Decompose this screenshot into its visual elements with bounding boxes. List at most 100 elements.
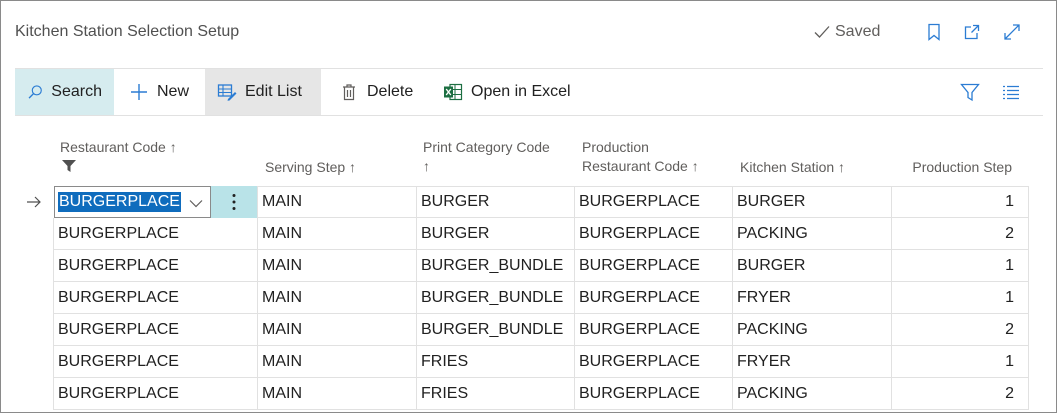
row-selector[interactable] <box>15 186 53 218</box>
new-button[interactable]: New <box>117 69 201 115</box>
table-row[interactable]: BURGERPLACE MAIN BURGER BURGERPLACE PACK… <box>15 218 1029 250</box>
kitchen-station-cell[interactable]: FRYER <box>733 282 892 314</box>
expand-icon <box>1004 24 1020 40</box>
column-header-production-step-label: Production Step <box>912 159 1012 175</box>
kitchen-station-cell[interactable]: PACKING <box>733 218 892 250</box>
print-category-cell[interactable]: BURGER <box>417 218 575 250</box>
table-row[interactable]: BURGERPLACE MAIN BURGER_BUNDLE BURGERPLA… <box>15 250 1029 282</box>
production-step-cell[interactable]: 1 <box>892 282 1029 314</box>
serving-step-cell[interactable]: MAIN <box>258 346 417 378</box>
production-step-cell[interactable]: 1 <box>892 250 1029 282</box>
column-header-print-category-code-sort: ↑ <box>423 158 430 174</box>
excel-icon <box>444 83 463 101</box>
production-step-cell[interactable]: 2 <box>892 378 1029 410</box>
restaurant-code-input[interactable]: BURGERPLACE <box>54 186 211 218</box>
column-header-serving-step[interactable]: Serving Step ↑ <box>265 158 356 177</box>
print-category-cell[interactable]: BURGER <box>417 186 575 218</box>
serving-step-cell[interactable]: MAIN <box>258 314 417 346</box>
trash-icon <box>343 84 355 101</box>
table-row[interactable]: BURGERPLACE MAIN BURGER BURGERPLACE BURG… <box>15 186 1029 218</box>
row-actions-button[interactable] <box>211 186 258 218</box>
production-restaurant-cell[interactable]: BURGERPLACE <box>575 186 733 218</box>
bookmark-button[interactable] <box>923 21 945 43</box>
production-step-cell[interactable]: 2 <box>892 218 1029 250</box>
column-header-serving-step-label: Serving Step ↑ <box>265 159 357 175</box>
restaurant-code-cell[interactable]: BURGERPLACE <box>53 250 258 282</box>
serving-step-cell[interactable]: MAIN <box>258 186 417 218</box>
expand-button[interactable] <box>1001 21 1023 43</box>
table-row[interactable]: BURGERPLACE MAIN BURGER_BUNDLE BURGERPLA… <box>15 314 1029 346</box>
production-step-cell[interactable]: 2 <box>892 314 1029 346</box>
list-view-button[interactable] <box>1000 81 1022 103</box>
restaurant-code-cell[interactable]: BURGERPLACE <box>53 218 258 250</box>
column-header-kitchen-station[interactable]: Kitchen Station ↑ <box>740 158 845 177</box>
restaurant-code-input-value: BURGERPLACE <box>58 192 181 212</box>
serving-step-cell[interactable]: MAIN <box>258 218 417 250</box>
print-category-cell[interactable]: BURGER_BUNDLE <box>417 250 575 282</box>
edit-list-icon <box>217 84 237 101</box>
serving-step-cell[interactable]: MAIN <box>258 250 417 282</box>
kitchen-station-cell[interactable]: BURGER <box>733 186 892 218</box>
filter-button[interactable] <box>959 81 981 103</box>
production-restaurant-cell[interactable]: BURGERPLACE <box>575 346 733 378</box>
search-button[interactable]: Search <box>15 69 114 115</box>
delete-button-label: Delete <box>367 83 414 100</box>
saved-status-label: Saved <box>835 23 881 40</box>
column-header-production-restaurant-code-line1: Production <box>582 139 649 155</box>
edit-list-button-label: Edit List <box>245 83 302 100</box>
column-header-production-restaurant-code-line2: Restaurant Code ↑ <box>582 158 699 174</box>
plus-icon <box>131 84 147 100</box>
restaurant-code-cell[interactable]: BURGERPLACE <box>53 314 258 346</box>
column-filter-icon <box>62 160 76 172</box>
table-row[interactable]: BURGERPLACE MAIN BURGER_BUNDLE BURGERPLA… <box>15 282 1029 314</box>
delete-button[interactable]: Delete <box>327 69 425 115</box>
search-button-label: Search <box>51 83 102 100</box>
production-restaurant-cell[interactable]: BURGERPLACE <box>575 250 733 282</box>
production-restaurant-cell[interactable]: BURGERPLACE <box>575 282 733 314</box>
filter-icon <box>960 83 980 102</box>
production-restaurant-cell[interactable]: BURGERPLACE <box>575 314 733 346</box>
serving-step-cell[interactable]: MAIN <box>258 378 417 410</box>
search-icon <box>28 85 42 99</box>
print-category-cell[interactable]: BURGER_BUNDLE <box>417 282 575 314</box>
kitchen-station-cell[interactable]: BURGER <box>733 250 892 282</box>
column-header-production-restaurant-code[interactable]: Production Restaurant Code ↑ <box>582 138 699 176</box>
production-step-cell[interactable]: 1 <box>892 346 1029 378</box>
open-new-window-button[interactable] <box>961 21 983 43</box>
chevron-down-icon[interactable] <box>188 195 204 211</box>
column-header-production-step[interactable]: Production Step <box>891 158 1012 177</box>
open-in-excel-button-label: Open in Excel <box>471 83 571 100</box>
production-step-cell[interactable]: 1 <box>892 186 1029 218</box>
page-frame: Kitchen Station Selection Setup Saved Se… <box>0 0 1057 413</box>
more-options-icon <box>232 194 236 210</box>
kitchen-station-cell[interactable]: FRYER <box>733 346 892 378</box>
restaurant-code-cell[interactable]: BURGERPLACE <box>53 282 258 314</box>
print-category-cell[interactable]: BURGER_BUNDLE <box>417 314 575 346</box>
restaurant-code-cell[interactable]: BURGERPLACE <box>53 378 258 410</box>
kitchen-station-cell[interactable]: PACKING <box>733 314 892 346</box>
open-in-excel-button[interactable]: Open in Excel <box>431 69 583 115</box>
list-view-icon <box>1003 85 1019 100</box>
page-title: Kitchen Station Selection Setup <box>15 23 240 40</box>
print-category-cell[interactable]: FRIES <box>417 346 575 378</box>
column-header-print-category-code-label: Print Category Code <box>423 139 550 155</box>
checkmark-icon <box>814 26 830 38</box>
print-category-cell[interactable]: FRIES <box>417 378 575 410</box>
production-restaurant-cell[interactable]: BURGERPLACE <box>575 218 733 250</box>
production-restaurant-cell[interactable]: BURGERPLACE <box>575 378 733 410</box>
kitchen-station-cell[interactable]: PACKING <box>733 378 892 410</box>
column-header-restaurant-code[interactable]: Restaurant Code ↑ <box>60 138 177 172</box>
action-bar: Search New Edit List Delete Open in Exce… <box>15 68 1043 116</box>
new-button-label: New <box>157 83 190 100</box>
bookmark-icon <box>928 23 940 41</box>
column-header-kitchen-station-label: Kitchen Station ↑ <box>740 159 846 175</box>
table-row[interactable]: BURGERPLACE MAIN FRIES BURGERPLACE FRYER… <box>15 346 1029 378</box>
column-header-restaurant-code-label: Restaurant Code ↑ <box>60 139 177 155</box>
table-row[interactable]: BURGERPLACE MAIN FRIES BURGERPLACE PACKI… <box>15 378 1029 410</box>
saved-status: Saved <box>813 23 880 41</box>
arrow-right-icon <box>27 196 41 208</box>
edit-list-button[interactable]: Edit List <box>205 69 321 115</box>
column-header-print-category-code[interactable]: Print Category Code ↑ <box>423 138 550 176</box>
restaurant-code-cell[interactable]: BURGERPLACE <box>53 346 258 378</box>
serving-step-cell[interactable]: MAIN <box>258 282 417 314</box>
